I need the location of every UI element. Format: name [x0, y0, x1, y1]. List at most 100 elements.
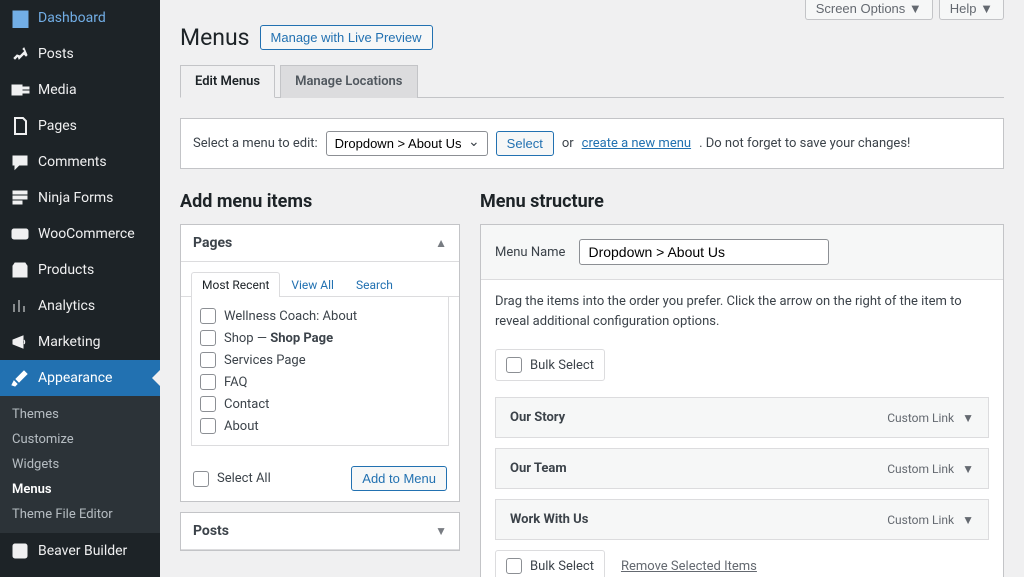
brush-icon — [10, 368, 30, 388]
sidebar-item-label: Marketing — [38, 334, 101, 350]
woo-icon — [10, 224, 30, 244]
nav-tabs: Edit MenusManage Locations — [180, 65, 1004, 98]
sidebar-item-label: Comments — [38, 154, 107, 170]
posts-metabox-title: Posts — [193, 523, 229, 539]
page-checkbox-item[interactable]: Services Page — [200, 349, 440, 371]
chevron-down-icon[interactable]: ▼ — [962, 411, 974, 425]
submenu-item-customize[interactable]: Customize — [0, 427, 160, 452]
menu-select-dropdown[interactable]: Dropdown > About Us — [326, 131, 488, 156]
page-checkbox-item[interactable]: FAQ — [200, 371, 440, 393]
chevron-down-icon[interactable]: ▼ — [962, 462, 974, 476]
sidebar-item-beaver[interactable]: Beaver Builder — [0, 533, 160, 569]
drag-instructions: Drag the items into the order you prefer… — [481, 280, 1003, 343]
menu-structure-item[interactable]: Work With Us Custom Link ▼ — [495, 499, 989, 540]
sidebar-item-ninja[interactable]: Ninja Forms — [0, 180, 160, 216]
tab-edit-menus[interactable]: Edit Menus — [180, 65, 275, 98]
menu-name-input[interactable] — [579, 239, 829, 265]
menu-item-title: Our Story — [510, 410, 565, 425]
live-preview-button[interactable]: Manage with Live Preview — [260, 25, 433, 50]
submenu-item-menus[interactable]: Menus — [0, 477, 160, 502]
bulk-select-bottom[interactable]: Bulk Select — [495, 550, 605, 577]
chevron-down-icon[interactable]: ▼ — [962, 513, 974, 527]
menu-item-type: Custom Link ▼ — [887, 411, 974, 425]
sidebar-item-label: WooCommerce — [38, 226, 135, 242]
tab-manage-locations[interactable]: Manage Locations — [280, 65, 417, 98]
page-checkbox-item[interactable]: Shop — Shop Page — [200, 327, 440, 349]
sidebar-item-comments[interactable]: Comments — [0, 144, 160, 180]
sidebar-item-media[interactable]: Media — [0, 72, 160, 108]
page-item-label: Contact — [224, 397, 269, 412]
sidebar-item-label: Dashboard — [38, 10, 106, 26]
pages-metabox-title: Pages — [193, 235, 232, 251]
page-item-label: Services Page — [224, 353, 306, 368]
select-all-label: Select All — [217, 471, 271, 486]
select-menu-row: Select a menu to edit: Dropdown > About … — [180, 118, 1004, 169]
remove-selected-link[interactable]: Remove Selected Items — [621, 559, 757, 574]
page-item-label: FAQ — [224, 375, 247, 390]
select-all-checkbox[interactable]: Select All — [193, 468, 271, 490]
pin-icon — [10, 44, 30, 64]
create-new-menu-link[interactable]: create a new menu — [582, 136, 691, 151]
page-checkbox-item[interactable]: Contact — [200, 393, 440, 415]
sidebar-item-label: Posts — [38, 46, 74, 62]
menu-structure-item[interactable]: Our TeamCustom Link ▼ — [495, 448, 989, 489]
page-icon — [10, 116, 30, 136]
or-text: or — [562, 136, 574, 151]
comment-icon — [10, 152, 30, 172]
pages-metabox-toggle[interactable]: Pages ▲ — [181, 225, 459, 262]
inner-tab-search[interactable]: Search — [345, 272, 404, 297]
inner-tab-view-all[interactable]: View All — [280, 272, 345, 297]
product-icon — [10, 260, 30, 280]
sidebar-item-label: Appearance — [38, 370, 112, 386]
sidebar-item-label: Beaver Builder — [38, 543, 127, 559]
sidebar-item-marketing[interactable]: Marketing — [0, 324, 160, 360]
sidebar-item-posts[interactable]: Posts — [0, 36, 160, 72]
submenu-item-theme-file-editor[interactable]: Theme File Editor — [0, 502, 160, 527]
page-item-label: About — [224, 419, 259, 434]
sidebar-item-appearance[interactable]: Appearance — [0, 360, 160, 396]
sidebar-item-dashboard[interactable]: Dashboard — [0, 0, 160, 36]
sidebar-item-label: Ninja Forms — [38, 190, 113, 206]
submenu-item-themes[interactable]: Themes — [0, 402, 160, 427]
add-menu-items-heading: Add menu items — [180, 191, 460, 212]
select-menu-label: Select a menu to edit: — [193, 136, 318, 151]
page-checkbox-item[interactable]: About — [200, 415, 440, 437]
menu-item-type: Custom Link ▼ — [887, 513, 974, 527]
page-title: Menus — [180, 24, 250, 51]
dashboard-icon — [10, 8, 30, 28]
megaphone-icon — [10, 332, 30, 352]
main-content: Screen Options ▼ Help ▼ Menus Manage wit… — [160, 0, 1024, 577]
menu-structure-heading: Menu structure — [480, 191, 1004, 212]
form-icon — [10, 188, 30, 208]
menu-item-title: Work With Us — [510, 512, 588, 527]
submenu-item-widgets[interactable]: Widgets — [0, 452, 160, 477]
menu-structure-item[interactable]: Our Story Custom Link ▼ — [495, 397, 989, 438]
sidebar-item-woo[interactable]: WooCommerce — [0, 216, 160, 252]
menu-name-label: Menu Name — [495, 245, 565, 260]
sidebar-item-pages[interactable]: Pages — [0, 108, 160, 144]
posts-metabox-toggle[interactable]: Posts ▼ — [181, 513, 459, 550]
bulk-select-label: Bulk Select — [530, 358, 594, 373]
sidebar-item-products[interactable]: Products — [0, 252, 160, 288]
sidebar-item-label: Analytics — [38, 298, 95, 314]
posts-metabox: Posts ▼ — [180, 512, 460, 551]
expand-icon: ▼ — [435, 524, 447, 538]
help-button[interactable]: Help ▼ — [939, 0, 1004, 20]
inner-tab-most-recent[interactable]: Most Recent — [191, 272, 280, 297]
chart-icon — [10, 296, 30, 316]
page-item-label: Shop — Shop Page — [224, 331, 333, 346]
admin-sidebar: Dashboard Posts Media Pages Comments Ninja Fo… — [0, 0, 160, 577]
menu-item-type: Custom Link ▼ — [887, 462, 974, 476]
sidebar-item-label: Media — [38, 82, 77, 98]
page-checkbox-item[interactable]: Wellness Coach: About — [200, 305, 440, 327]
sidebar-item-analytics[interactable]: Analytics — [0, 288, 160, 324]
bulk-select-top[interactable]: Bulk Select — [495, 349, 605, 381]
select-menu-button[interactable]: Select — [496, 131, 554, 156]
pages-metabox: Pages ▲ Most RecentView AllSearch Wellne… — [180, 224, 460, 502]
menu-settings-panel: Menu Name Drag the items into the order … — [480, 224, 1004, 577]
save-reminder-text: . Do not forget to save your changes! — [699, 136, 910, 151]
screen-options-button[interactable]: Screen Options ▼ — [805, 0, 933, 20]
beaver-icon — [10, 541, 30, 561]
page-header: Menus Manage with Live Preview — [180, 24, 1004, 51]
add-to-menu-button[interactable]: Add to Menu — [351, 466, 447, 491]
